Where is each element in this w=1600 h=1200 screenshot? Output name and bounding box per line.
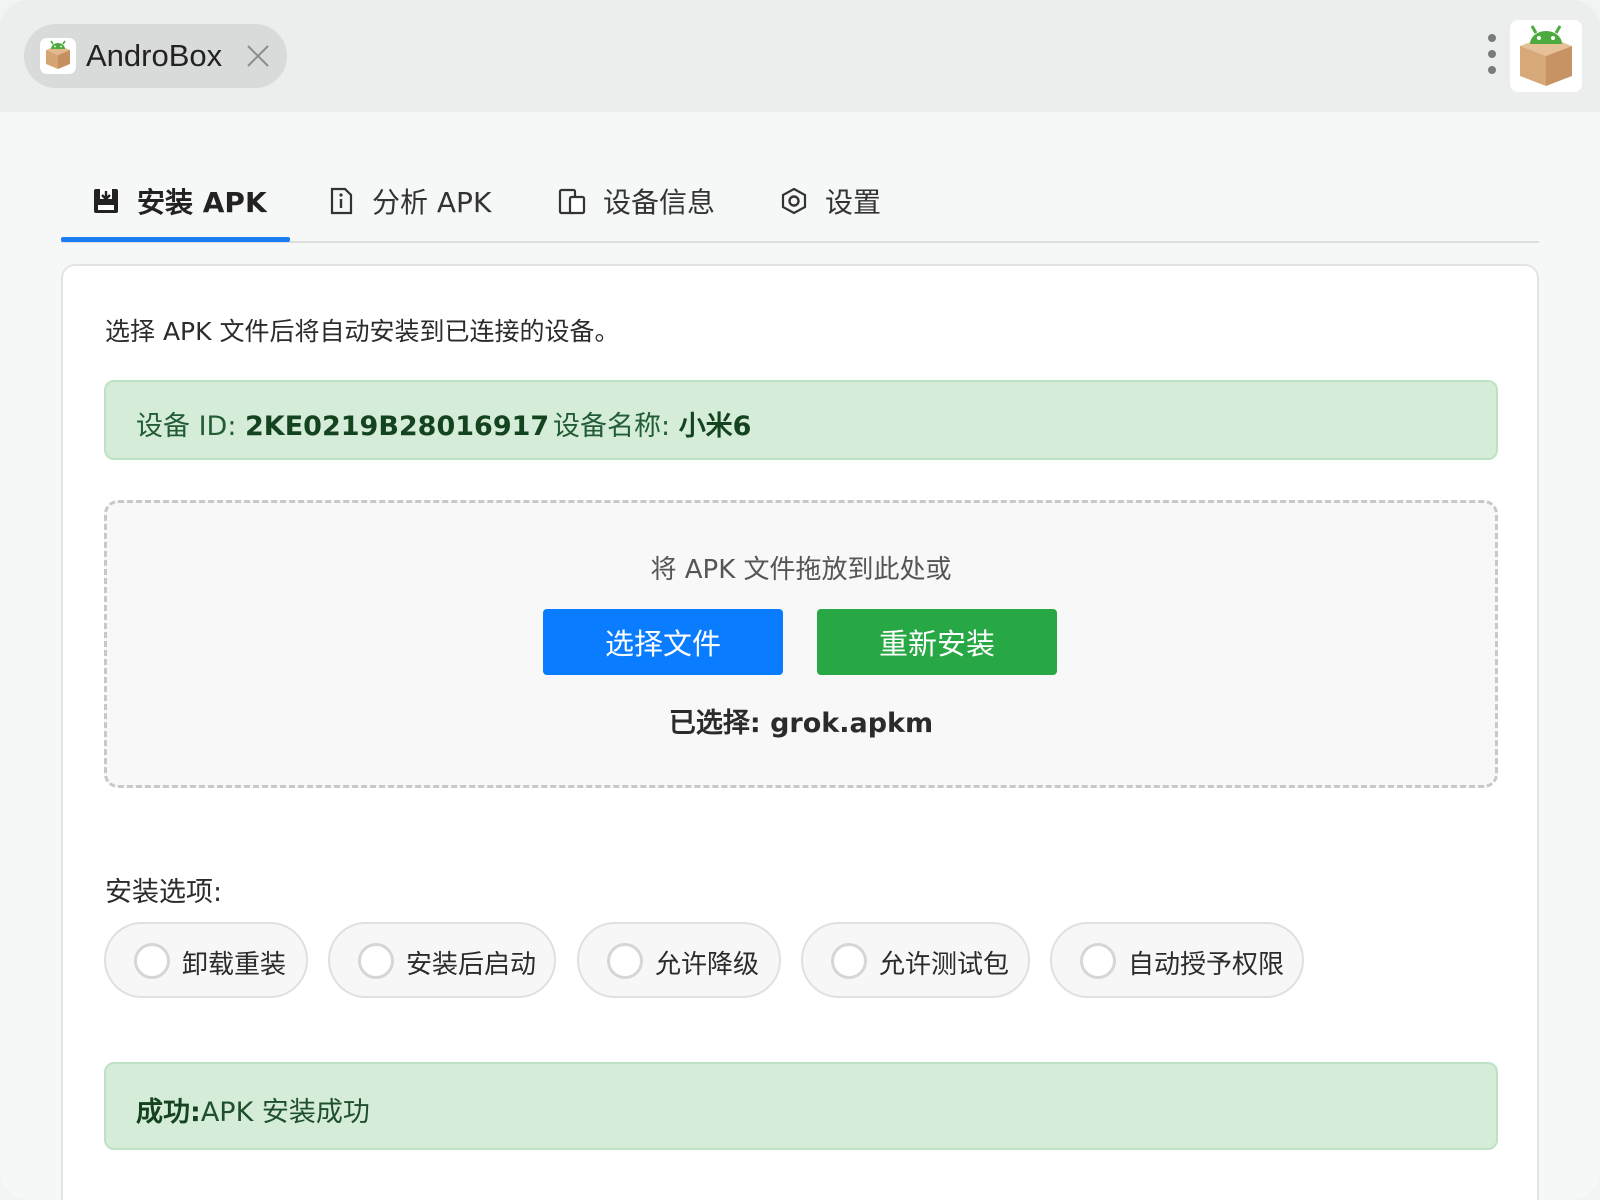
option-label: 允许降级 <box>655 950 760 980</box>
option-label: 安装后启动 <box>406 950 537 980</box>
close-icon[interactable] <box>244 42 272 70</box>
apk-dropzone[interactable]: 将 APK 文件拖放到此处或 选择文件 重新安装 已选择: grok.apkm <box>104 500 1498 788</box>
device-name-value: 小米6 <box>678 411 752 442</box>
option-allow-downgrade[interactable]: 允许降级 <box>577 922 781 998</box>
result-message: 成功:APK 安装成功 <box>136 1090 370 1129</box>
option-label: 允许测试包 <box>879 950 1010 980</box>
option-label: 自动授予权限 <box>1128 950 1285 980</box>
option-uninstall-reinstall[interactable]: 卸载重装 <box>104 922 308 998</box>
file-info-icon <box>326 186 356 216</box>
settings-icon <box>779 186 809 216</box>
device-info-bar: 设备 ID: 2KE0219B28016917 设备名称: 小米6 <box>104 380 1498 460</box>
main-tabs: 安装 APK 分析 APK 设备信息 设置 <box>61 160 1539 243</box>
selected-file: 已选择: grok.apkm <box>107 701 1495 740</box>
radio-button[interactable] <box>358 943 394 979</box>
title-bar: AndroBox <box>0 0 1600 112</box>
device-name-label: 设备名称: <box>553 411 679 442</box>
drop-hint: 将 APK 文件拖放到此处或 <box>650 555 952 585</box>
brand-logo <box>1510 20 1582 92</box>
selected-file-label: 已选择: <box>668 708 771 739</box>
device-icon <box>557 186 587 216</box>
device-id-value: 2KE0219B28016917 <box>245 411 550 442</box>
option-label: 卸载重装 <box>182 950 287 980</box>
device-id-label: 设备 ID: <box>136 411 246 442</box>
radio-button[interactable] <box>607 943 643 979</box>
radio-button[interactable] <box>1080 943 1116 979</box>
install-panel: 选择 APK 文件后将自动安装到已连接的设备。 设备 ID: 2KE0219B2… <box>61 264 1539 1200</box>
tab-label: 设备信息 <box>603 185 716 219</box>
intro-text: 选择 APK 文件后将自动安装到已连接的设备。 <box>105 317 620 346</box>
app-window: AndroBox 安装 APK 分析 APK 设备信息 设置 选择 APK 文件… <box>0 0 1600 1200</box>
install-icon <box>91 186 121 216</box>
radio-button[interactable] <box>134 943 170 979</box>
radio-button[interactable] <box>831 943 867 979</box>
reinstall-button[interactable]: 重新安装 <box>817 609 1057 675</box>
active-tab-indicator <box>61 237 290 242</box>
app-tab[interactable]: AndroBox <box>24 24 287 88</box>
tab-label: 分析 APK <box>372 185 492 219</box>
android-box-icon <box>40 38 76 74</box>
option-allow-test-package[interactable]: 允许测试包 <box>801 922 1030 998</box>
selected-file-name: grok.apkm <box>770 708 934 739</box>
choose-file-button[interactable]: 选择文件 <box>543 609 783 675</box>
install-options-title: 安装选项: <box>105 877 223 908</box>
device-name: 设备名称: 小米6 <box>553 404 751 443</box>
install-result-alert: 成功:APK 安装成功 <box>104 1062 1498 1150</box>
more-vertical-icon[interactable] <box>1480 32 1504 80</box>
tab-device-info[interactable]: 设备信息 <box>557 160 715 241</box>
app-title: AndroBox <box>86 38 223 73</box>
result-prefix: 成功: <box>136 1097 201 1128</box>
device-id: 设备 ID: 2KE0219B28016917 <box>136 404 549 443</box>
option-auto-grant-permissions[interactable]: 自动授予权限 <box>1050 922 1304 998</box>
tab-install-apk[interactable]: 安装 APK <box>91 160 267 241</box>
tab-analyze-apk[interactable]: 分析 APK <box>326 160 491 241</box>
result-text: APK 安装成功 <box>200 1097 370 1128</box>
option-launch-after-install[interactable]: 安装后启动 <box>328 922 556 998</box>
tab-settings[interactable]: 设置 <box>779 160 881 241</box>
tab-label: 安装 APK <box>137 185 267 219</box>
tab-label: 设置 <box>825 185 882 219</box>
